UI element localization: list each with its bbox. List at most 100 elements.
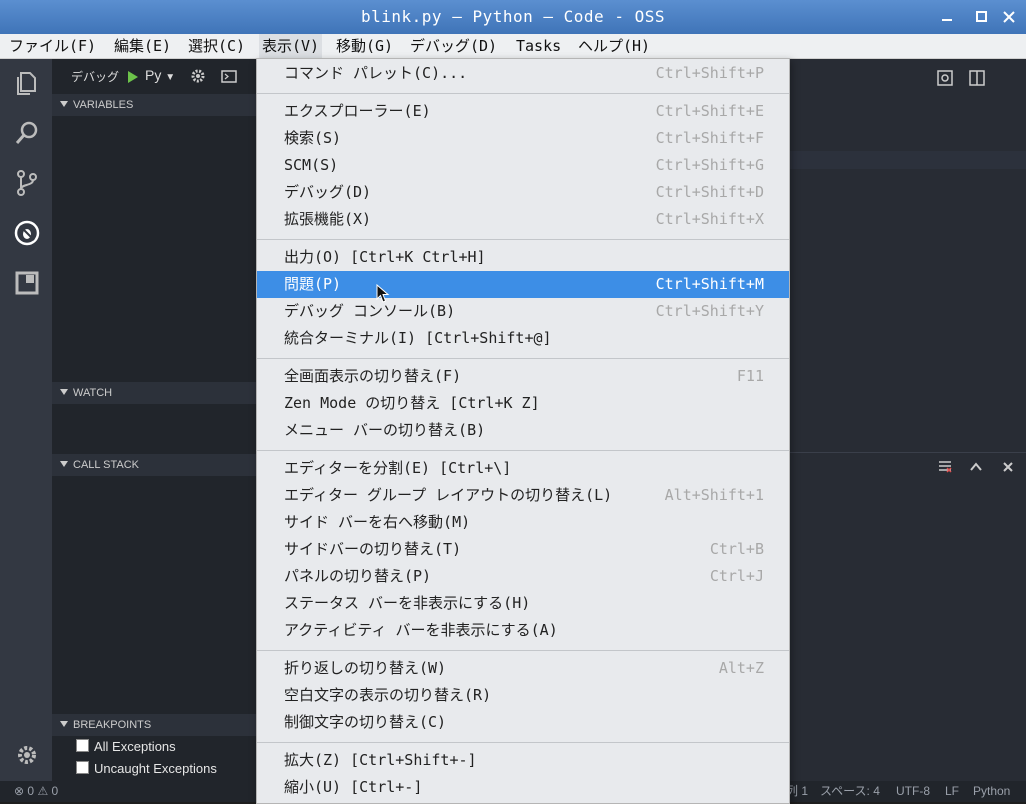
menu-selection[interactable]: 選択(C) bbox=[185, 34, 248, 58]
breakpoint-label: All Exceptions bbox=[94, 739, 176, 754]
menu-item-toggle-sidebar[interactable]: サイドバーの切り替え(T) Ctrl+B bbox=[257, 536, 789, 563]
menu-item-shortcut: Ctrl+B bbox=[709, 540, 764, 558]
menu-item-command-palette[interactable]: コマンド パレット(C)... Ctrl+Shift+P bbox=[257, 60, 789, 87]
menu-help[interactable]: ヘルプ(H) bbox=[575, 34, 653, 58]
menu-item-hide-statusbar[interactable]: ステータス バーを非表示にする(H) bbox=[257, 590, 789, 617]
debug-config-select[interactable]: Py ▼ bbox=[145, 67, 175, 83]
menu-bar: ファイル(F) 編集(E) 選択(C) 表示(V) 移動(G) デバッグ(D) … bbox=[0, 34, 1026, 59]
menu-item-shortcut: Ctrl+Shift+M bbox=[655, 275, 764, 293]
menu-go[interactable]: 移動(G) bbox=[333, 34, 396, 58]
clear-problems-icon[interactable] bbox=[937, 459, 953, 479]
explorer-icon[interactable] bbox=[13, 69, 41, 97]
debug-console-icon[interactable] bbox=[221, 69, 237, 88]
menu-item-label: 問題(P) bbox=[284, 275, 342, 293]
menu-item-label: メニュー バーの切り替え(B) bbox=[284, 421, 486, 439]
split-editor-icon[interactable] bbox=[968, 69, 986, 91]
menu-item-shortcut: Ctrl+Shift+E bbox=[655, 102, 764, 120]
menu-tasks[interactable]: Tasks bbox=[513, 34, 564, 58]
breakpoint-label: Uncaught Exceptions bbox=[94, 761, 217, 776]
menu-edit[interactable]: 編集(E) bbox=[111, 34, 174, 58]
menu-item-zoom-in[interactable]: 拡大(Z) [Ctrl+Shift+-] bbox=[257, 747, 789, 774]
minimize-icon[interactable] bbox=[936, 6, 958, 28]
menu-item-search[interactable]: 検索(S) Ctrl+Shift+F bbox=[257, 125, 789, 152]
debug-label: デバッグ bbox=[71, 70, 120, 84]
breakpoints-section-header[interactable]: BREAKPOINTS bbox=[52, 714, 257, 736]
call-stack-label: CALL STACK bbox=[73, 459, 140, 471]
menu-item-label: 空白文字の表示の切り替え(R) bbox=[284, 686, 492, 704]
menu-item-shortcut: Ctrl+J bbox=[709, 567, 764, 585]
menu-item-explorer[interactable]: エクスプローラー(E) Ctrl+Shift+E bbox=[257, 98, 789, 125]
open-preview-icon[interactable] bbox=[936, 69, 954, 91]
menu-item-zen-mode[interactable]: Zen Mode の切り替え [Ctrl+K Z] bbox=[257, 390, 789, 417]
encoding-status[interactable]: UTF-8 bbox=[896, 781, 930, 802]
close-icon[interactable] bbox=[998, 6, 1020, 28]
menu-item-label: エディターを分割(E) [Ctrl+\] bbox=[284, 459, 512, 477]
watch-section-header[interactable]: WATCH bbox=[52, 382, 257, 404]
debug-sidebar: デバッグ Py ▼ VARIABLES WATCH CALL STACK BRE… bbox=[52, 59, 257, 781]
menu-item-label: サイドバーの切り替え(T) bbox=[284, 540, 462, 558]
menu-file[interactable]: ファイル(F) bbox=[6, 34, 99, 58]
menu-item-scm[interactable]: SCM(S) Ctrl+Shift+G bbox=[257, 152, 789, 179]
menu-item-fullscreen[interactable]: 全画面表示の切り替え(F) F11 bbox=[257, 363, 789, 390]
menu-item-editor-layout[interactable]: エディター グループ レイアウトの切り替え(L) Alt+Shift+1 bbox=[257, 482, 789, 509]
menu-item-label: 縮小(U) [Ctrl+-] bbox=[284, 778, 423, 796]
breakpoints-label: BREAKPOINTS bbox=[73, 719, 152, 731]
menu-item-toggle-whitespace[interactable]: 空白文字の表示の切り替え(R) bbox=[257, 682, 789, 709]
menu-item-shortcut: Ctrl+Shift+D bbox=[655, 183, 764, 201]
menu-item-label: デバッグ コンソール(B) bbox=[284, 302, 456, 320]
variables-section-header[interactable]: VARIABLES bbox=[52, 94, 257, 116]
menu-item-hide-activitybar[interactable]: アクティビティ バーを非表示にする(A) bbox=[257, 617, 789, 644]
collapse-icon bbox=[60, 461, 68, 467]
menu-item-toggle-panel[interactable]: パネルの切り替え(P) Ctrl+J bbox=[257, 563, 789, 590]
menu-item-split-editor[interactable]: エディターを分割(E) [Ctrl+\] bbox=[257, 455, 789, 482]
debug-settings-gear-icon[interactable] bbox=[190, 68, 206, 88]
menu-view[interactable]: 表示(V) bbox=[259, 34, 323, 58]
search-icon[interactable] bbox=[13, 119, 41, 147]
menu-item-label: デバッグ(D) bbox=[284, 183, 372, 201]
menu-item-problems[interactable]: 問題(P) Ctrl+Shift+M bbox=[257, 271, 789, 298]
menu-item-debug[interactable]: デバッグ(D) Ctrl+Shift+D bbox=[257, 179, 789, 206]
chevron-down-icon: ▼ bbox=[165, 72, 176, 83]
extensions-icon[interactable] bbox=[13, 269, 41, 297]
eol-status[interactable]: LF bbox=[945, 781, 959, 802]
language-status[interactable]: Python bbox=[973, 781, 1010, 802]
menu-item-label: SCM(S) bbox=[284, 156, 339, 174]
menu-separator bbox=[257, 742, 789, 743]
problems-status[interactable]: ⊗ 0 ⚠ 0 bbox=[14, 781, 58, 802]
breakpoint-item[interactable]: All Exceptions bbox=[76, 739, 176, 754]
watch-label: WATCH bbox=[73, 387, 113, 399]
menu-item-label: 拡大(Z) [Ctrl+Shift+-] bbox=[284, 751, 477, 769]
menu-item-terminal[interactable]: 統合ターミナル(I) [Ctrl+Shift+@] bbox=[257, 325, 789, 352]
menu-item-shortcut: Alt+Z bbox=[718, 659, 764, 677]
menu-item-output[interactable]: 出力(O) [Ctrl+K Ctrl+H] bbox=[257, 244, 789, 271]
debug-icon[interactable] bbox=[13, 219, 41, 247]
call-stack-section-header[interactable]: CALL STACK bbox=[52, 454, 257, 476]
breakpoint-item[interactable]: Uncaught Exceptions bbox=[76, 761, 217, 776]
menu-item-toggle-menubar[interactable]: メニュー バーの切り替え(B) bbox=[257, 417, 789, 444]
menu-item-label: アクティビティ バーを非表示にする(A) bbox=[284, 621, 558, 639]
menu-item-label: エクスプローラー(E) bbox=[284, 102, 431, 120]
checkbox[interactable] bbox=[76, 739, 89, 752]
menu-item-toggle-control-chars[interactable]: 制御文字の切り替え(C) bbox=[257, 709, 789, 736]
debug-toolbar: デバッグ Py ▼ bbox=[52, 59, 257, 94]
menu-item-label: 折り返しの切り替え(W) bbox=[284, 659, 447, 677]
checkbox[interactable] bbox=[76, 761, 89, 774]
menu-item-extensions[interactable]: 拡張機能(X) Ctrl+Shift+X bbox=[257, 206, 789, 233]
menu-item-label: 全画面表示の切り替え(F) bbox=[284, 367, 462, 385]
source-control-icon[interactable] bbox=[13, 169, 41, 197]
menu-item-move-sidebar[interactable]: サイド バーを右へ移動(M) bbox=[257, 509, 789, 536]
maximize-panel-icon[interactable] bbox=[968, 459, 984, 479]
start-debug-icon[interactable] bbox=[127, 69, 139, 88]
menu-debug[interactable]: デバッグ(D) bbox=[407, 34, 500, 58]
maximize-icon[interactable] bbox=[970, 6, 992, 28]
indentation-status[interactable]: スペース: 4 bbox=[820, 781, 880, 802]
settings-gear-icon[interactable] bbox=[13, 741, 41, 769]
menu-item-debug-console[interactable]: デバッグ コンソール(B) Ctrl+Shift+Y bbox=[257, 298, 789, 325]
menu-item-label: エディター グループ レイアウトの切り替え(L) bbox=[284, 486, 613, 504]
menu-item-toggle-wordwrap[interactable]: 折り返しの切り替え(W) Alt+Z bbox=[257, 655, 789, 682]
menu-item-shortcut: Ctrl+Shift+F bbox=[655, 129, 764, 147]
menu-item-zoom-out[interactable]: 縮小(U) [Ctrl+-] bbox=[257, 774, 789, 801]
menu-item-label: 検索(S) bbox=[284, 129, 342, 147]
close-panel-icon[interactable] bbox=[1000, 459, 1016, 479]
menu-separator bbox=[257, 450, 789, 451]
